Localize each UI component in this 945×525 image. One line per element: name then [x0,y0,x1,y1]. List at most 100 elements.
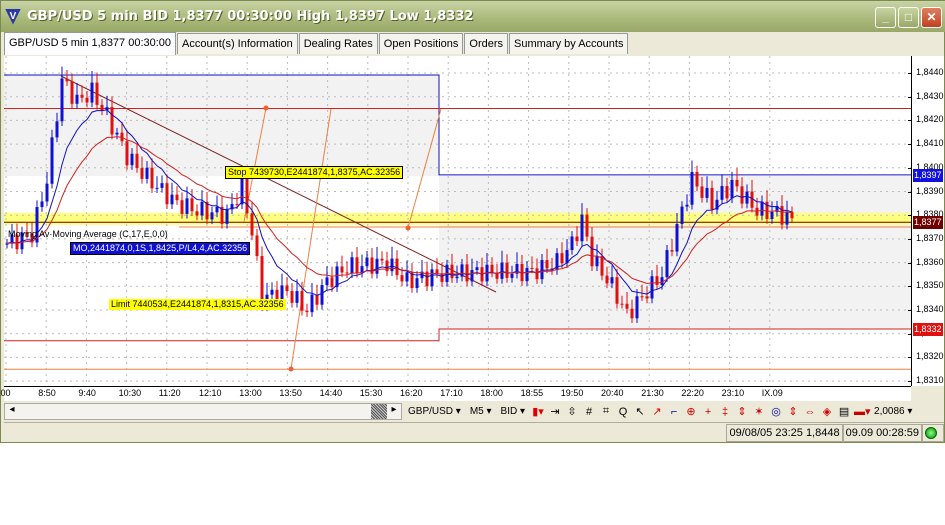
scale-horizontal-icon[interactable]: ⇔ [803,406,817,418]
split-v-icon[interactable]: ‡ [718,406,732,418]
candle-body [270,289,274,295]
shift-chart-icon[interactable]: ⇥ [548,405,562,418]
color-icon[interactable]: ▬▾ [854,405,871,418]
side-dropdown[interactable]: BID ▾ [498,406,528,417]
tab-dealing-rates[interactable]: Dealing Rates [298,33,378,54]
cursor-icon[interactable]: ↖ [633,405,647,418]
candle-body [690,171,694,205]
stop-order-label[interactable]: Stop 7439730,E2441874,1,8375,AC.32356 [225,166,404,179]
scale-both-icon[interactable]: ◈ [820,405,834,418]
candle-body [65,78,69,82]
candle-body [770,211,774,219]
candle-body [200,201,204,216]
candle-body [710,187,714,210]
price-tick [908,310,912,311]
candle-body [170,194,174,205]
candle-body [305,310,309,313]
scale-vertical-icon[interactable]: ⇕ [786,405,800,418]
tab-summary-by-accounts[interactable]: Summary by Accounts [509,33,629,54]
candle-body [640,296,644,298]
collapse-icon[interactable]: ✶ [752,405,766,418]
time-label: 13:00 [239,388,262,398]
price-label: 1,8410 [916,138,944,149]
status-datetime: 09/08/05 23:25 1,8448 [726,423,843,442]
tab-open-positions[interactable]: Open Positions [378,33,464,54]
candle-type-icon[interactable]: ▮▾ [531,405,545,418]
candle-body [135,153,139,169]
title-bar[interactable]: V GBP/USD 5 min BID 1,8377 00:30:00 High… [1,1,945,32]
candle-body [175,194,179,201]
autoscale-icon[interactable]: ⇳ [565,405,579,418]
candle-body [760,201,764,216]
time-label: 19:50 [560,388,584,398]
draw-line-icon[interactable]: ↗ [650,405,664,418]
candle-body [40,201,44,208]
candle-body [155,187,159,189]
candle-body [705,187,709,198]
zoom-in-icon[interactable]: ⊕ [684,405,698,418]
timeframe-value: M5 [469,406,484,417]
candle-body [415,278,419,289]
time-label: 12:10 [199,388,222,398]
candle-body [665,250,669,278]
candle-body [290,290,294,303]
price-label: 1,8310 [916,375,944,386]
grid-icon[interactable]: # [582,406,596,418]
candle-body [195,211,199,216]
chart-toolbar: ◂ ▸ GBP/USD ▾ M5 ▾ BID ▾ ▮▾ ⇥ ⇳ # ⌗ Q ↖ … [4,402,944,421]
candle-body [310,294,314,313]
candle-body [620,303,624,305]
scroll-left-button[interactable]: ◂ [5,404,19,419]
price-label: 1,8390 [916,185,944,196]
expand-icon[interactable]: ⇕ [735,405,749,418]
time-label: 14:40 [319,388,343,398]
split-h-icon[interactable]: + [701,406,715,418]
zoom-fit-icon[interactable]: ◎ [769,405,783,418]
candle-body [610,277,614,284]
tab-account-information[interactable]: Account(s) Information [177,33,298,54]
close-button[interactable]: ✕ [921,7,942,28]
time-label: 20:40 [601,388,624,398]
order-handle [288,366,294,372]
candle-body [510,273,514,278]
minimize-button[interactable]: _ [875,7,896,28]
price-badge: 1,8397 [913,168,943,182]
candle-body [225,209,229,224]
candle-body [685,204,689,207]
price-axis[interactable]: 1,8440 1,8430 1,8420 1,8410 1,8400 1,8390 1,83… [908,56,944,386]
price-chart[interactable]: Moving Av·Moving Average (C,17,E,0,0) MO… [4,56,944,386]
crosshair-icon[interactable]: ⌗ [599,405,613,418]
candle-body [255,235,259,257]
price-tick [908,262,912,264]
candle-body [140,168,144,179]
timeframe-dropdown[interactable]: M5 ▾ [467,406,495,417]
horizontal-scrollbar[interactable]: ◂ ▸ [4,403,402,420]
price-label: 1,8340 [916,304,944,314]
tab-chart[interactable]: GBP/USD 5 min 1,8377 00:30:00 [4,32,177,55]
candle-body [545,260,549,269]
time-axis[interactable]: :00 8:50 9:40 10:30 11:20 12:10 13:00 13:50 14:4… [0,386,911,401]
candle-body [160,183,164,188]
candle-body [655,276,659,285]
candle-body [590,236,594,267]
scroll-thumb[interactable] [371,404,387,419]
candle-body [320,285,324,305]
chart-canvas[interactable] [4,56,911,386]
position-label[interactable]: MO,2441874,0,1S,1,8425,P/L4,4,AC.32356 [70,242,251,255]
price-tick [908,357,912,359]
candle-body [60,78,64,122]
tab-orders[interactable]: Orders [464,33,509,54]
price-tick [908,381,912,383]
price-tick [908,73,912,74]
limit-order-label[interactable]: Limit 7440534,E2441874,1,8315,AC.32356 [109,299,286,310]
properties-icon[interactable]: ▤ [837,405,851,418]
zoom-value-dropdown[interactable]: 2,0086 ▾ [871,406,915,417]
quote-icon[interactable]: Q [616,406,630,418]
connect-icon[interactable]: ⌐ [667,406,681,418]
maximize-button[interactable]: □ [898,7,919,28]
scroll-right-button[interactable]: ▸ [387,404,401,419]
symbol-dropdown[interactable]: GBP/USD ▾ [405,406,464,417]
candle-body [615,277,619,304]
candle-body [460,264,464,277]
candle-body [405,272,409,282]
